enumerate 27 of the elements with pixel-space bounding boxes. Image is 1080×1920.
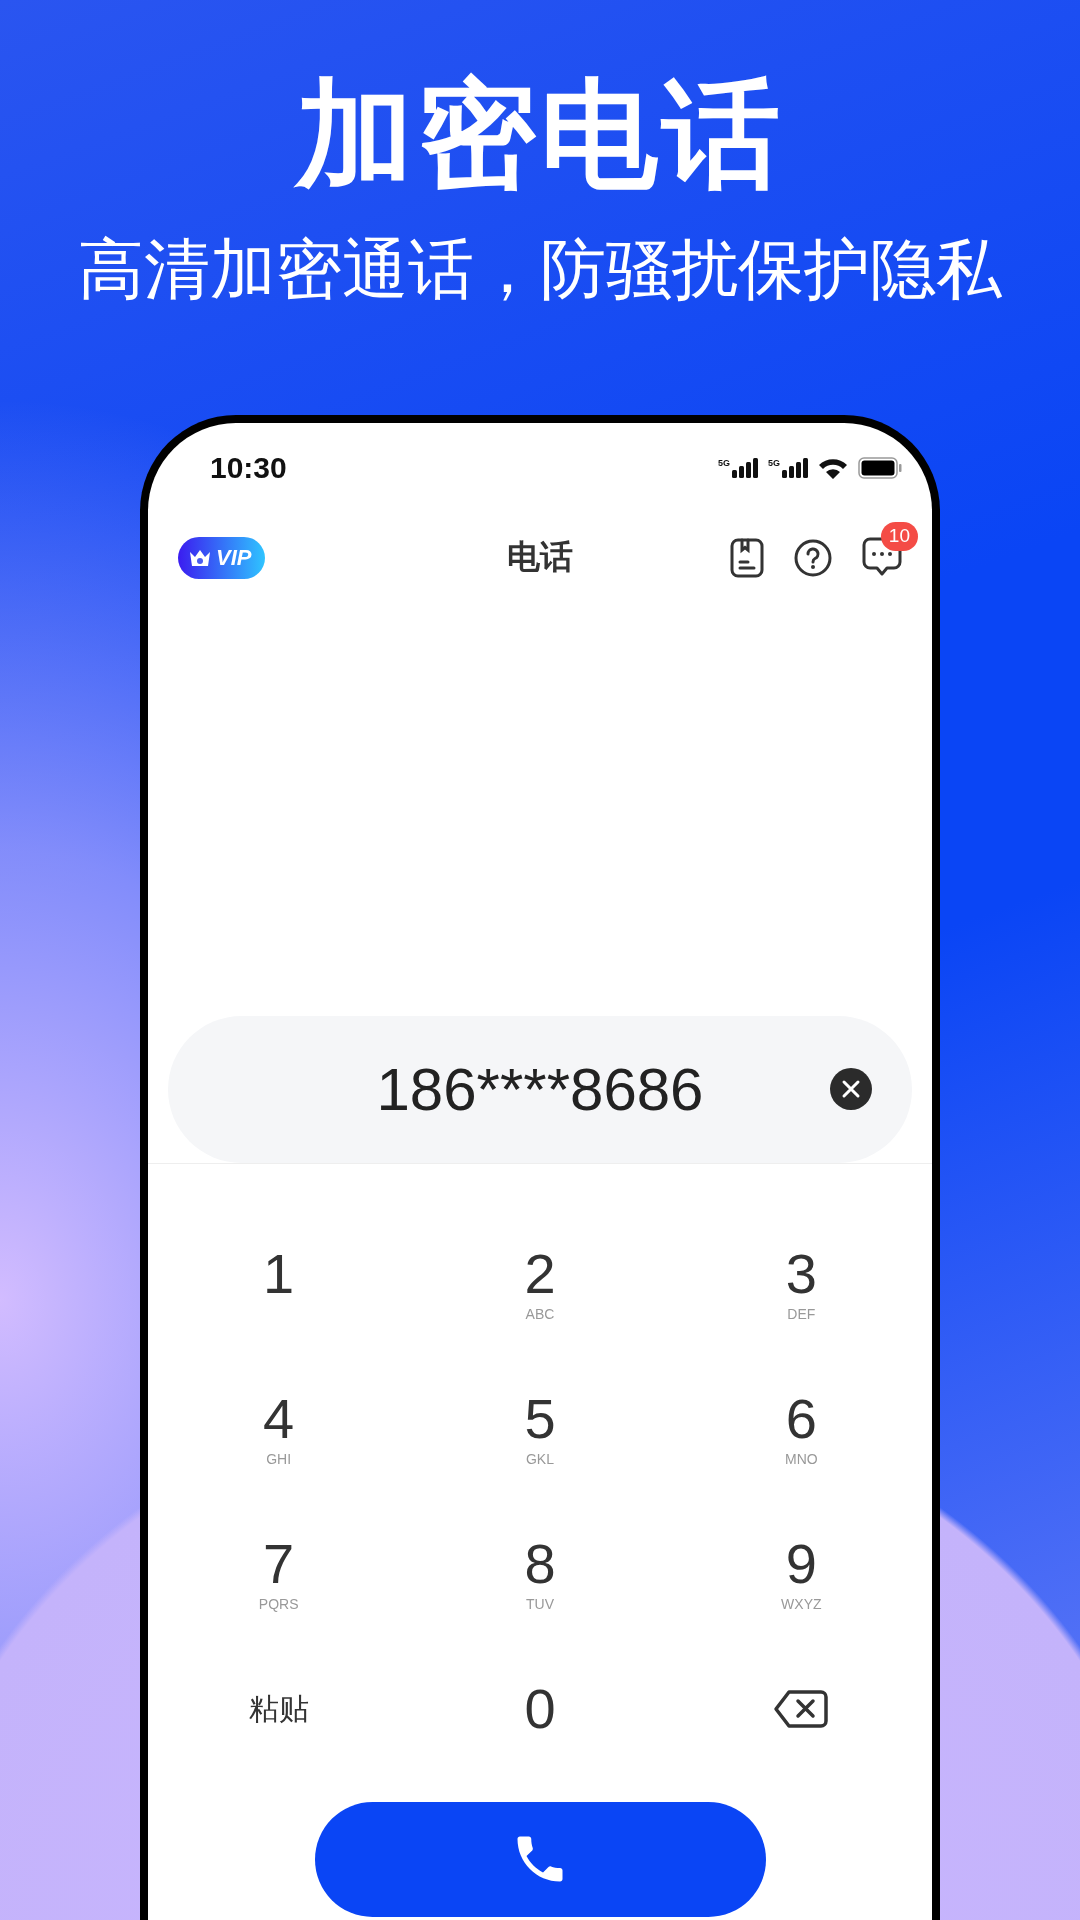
crown-icon [188,548,212,568]
dial-key[interactable]: 2 ABC [409,1206,671,1351]
subtitle: 高清加密通话，防骚扰保护隐私 [78,230,1002,308]
network-label: 5G [717,458,730,468]
dial-key[interactable]: 5 GKL [409,1351,671,1496]
dial-key[interactable]: 0 [409,1641,671,1786]
dial-key[interactable]: 8 TUV [409,1496,671,1641]
page-title: 电话 [507,538,573,576]
dial-key[interactable]: 3 DEF [670,1206,932,1351]
clear-icon[interactable] [830,1068,872,1110]
dial-key[interactable]: 6 MNO [670,1351,932,1496]
wifi-icon [818,457,848,479]
number-field[interactable]: 186****8686 [168,1016,912,1163]
battery-icon [858,457,902,479]
signal-icon [732,458,758,478]
dial-key[interactable]: 7 PQRS [148,1496,410,1641]
dial-key[interactable]: 9 WXYZ [670,1496,932,1641]
contact-book-icon[interactable] [730,538,764,578]
status-time: 10:30 [210,451,287,485]
help-icon[interactable] [794,539,832,577]
network-label: 5G [768,458,780,468]
signal-icon [782,458,808,478]
paste-button[interactable]: 粘贴 [248,1681,309,1737]
dial-key[interactable]: 4 GHI [148,1351,410,1496]
dial-key[interactable]: 1 [148,1206,410,1351]
backspace-icon[interactable] [773,1689,830,1729]
message-count-badge: 10 [880,522,918,551]
